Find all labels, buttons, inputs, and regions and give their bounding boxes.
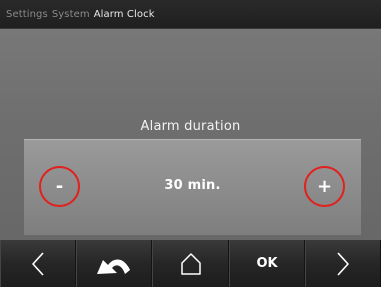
duration-stepper: - 30 min. +	[24, 139, 361, 236]
previous-button[interactable]	[0, 240, 76, 287]
increase-button[interactable]: +	[304, 166, 345, 207]
alarm-duration-screen: Settings System Alarm Clock Alarm durati…	[0, 0, 381, 287]
left-arrow-icon	[32, 251, 44, 276]
home-button[interactable]	[152, 240, 229, 287]
right-arrow-icon	[337, 251, 349, 276]
home-icon	[180, 252, 201, 275]
breadcrumb-alarm-clock: Alarm Clock	[93, 8, 155, 20]
setting-title: Alarm duration	[140, 119, 241, 134]
ok-label: OK	[256, 256, 278, 271]
back-button[interactable]	[76, 240, 152, 287]
plus-label: +	[316, 176, 333, 197]
breadcrumb: Settings System Alarm Clock	[0, 0, 381, 29]
back-arrow-icon	[97, 259, 130, 274]
ok-button[interactable]: OK	[229, 240, 305, 287]
breadcrumb-settings[interactable]: Settings	[6, 9, 48, 20]
breadcrumb-system[interactable]: System	[52, 9, 90, 20]
bottom-nav: OK	[0, 240, 381, 287]
next-button[interactable]	[305, 240, 381, 287]
